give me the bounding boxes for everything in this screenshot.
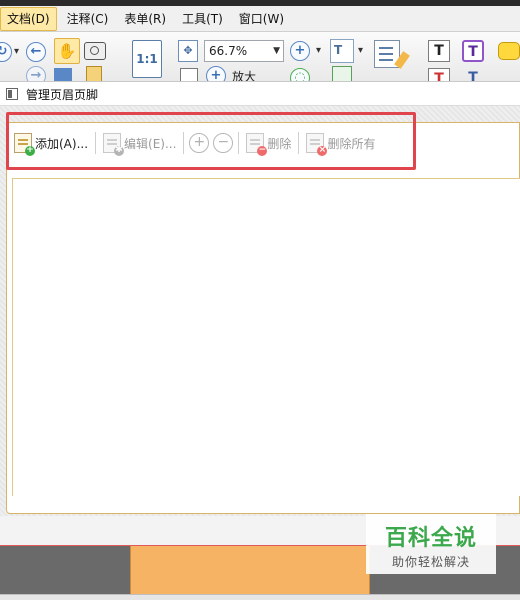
hand-tool-icon[interactable]: ✋ bbox=[54, 38, 80, 64]
toolbar-separator bbox=[183, 132, 185, 154]
text-select-tool-icon[interactable]: T bbox=[330, 39, 354, 63]
zoom-partial-label: 放大 bbox=[232, 70, 257, 82]
actual-size-icon[interactable]: 1:1 bbox=[132, 40, 162, 78]
delete-document-icon: − bbox=[246, 133, 268, 156]
zoom-dropdown-arrow-icon[interactable]: ▾ bbox=[316, 45, 321, 56]
dialog-title-bar: 管理页眉页脚 bbox=[0, 82, 520, 106]
rotate-icon[interactable]: ↻ bbox=[0, 42, 12, 62]
add-button-label: 添加(A)... bbox=[35, 136, 89, 151]
fit-page-icon[interactable]: ✥ bbox=[178, 40, 198, 62]
add-document-icon: + bbox=[14, 133, 35, 156]
refresh-icon[interactable]: ◌ bbox=[290, 68, 310, 81]
text-highlight-icon[interactable]: T bbox=[428, 68, 450, 81]
clipboard-icon[interactable] bbox=[86, 66, 102, 81]
menu-form[interactable]: 表单(R) bbox=[118, 7, 172, 31]
zoom-level-select[interactable]: 66.7% ▼ bbox=[204, 40, 284, 62]
delete-button-label: 删除 bbox=[267, 136, 292, 151]
delete-all-badge-icon: × bbox=[317, 145, 328, 156]
minus-badge-icon: − bbox=[257, 145, 268, 156]
text-box-icon[interactable]: T bbox=[428, 40, 450, 62]
watermark-subtitle: 助你轻松解决 bbox=[391, 555, 470, 569]
move-down-minus-icon[interactable]: − bbox=[213, 133, 234, 153]
status-bar bbox=[0, 594, 520, 600]
image-icon[interactable] bbox=[332, 66, 352, 81]
toolbar-separator bbox=[238, 132, 240, 154]
delete-button[interactable]: − 删除 bbox=[242, 130, 295, 156]
menu-document[interactable]: 文档(D) bbox=[0, 6, 57, 31]
back-icon[interactable]: ← bbox=[26, 42, 46, 62]
zoom-in-icon[interactable]: + bbox=[290, 41, 310, 61]
menu-window[interactable]: 窗口(W) bbox=[233, 7, 290, 31]
edit-button[interactable]: ✱ 编辑(E)... bbox=[99, 130, 180, 156]
watermark-title: 百科全说 bbox=[384, 526, 477, 551]
typewriter-icon[interactable]: T bbox=[462, 40, 484, 62]
zoom-level-value: 66.7% bbox=[209, 44, 248, 58]
text-format-icon[interactable]: T bbox=[462, 68, 484, 81]
plus-badge-icon: + bbox=[25, 145, 35, 156]
edit-button-label: 编辑(E)... bbox=[124, 136, 177, 151]
main-toolbar: ↻ ▾ ← ✋ → 1:1 ✥ 66.7% ▼ + ▾ T ▾ + 放大 ◌ T… bbox=[0, 32, 520, 82]
zoom-out-icon[interactable]: + bbox=[206, 66, 226, 81]
header-footer-toolbar: + 添加(A)... ✱ 编辑(E)... + − − 删除 × 删除所有 bbox=[8, 126, 416, 160]
watermark-logo: 百科全说 助你轻松解决 bbox=[366, 514, 496, 574]
menu-tools[interactable]: 工具(T) bbox=[176, 7, 229, 31]
dialog-title: 管理页眉页脚 bbox=[26, 88, 99, 102]
toolbar-separator bbox=[95, 132, 97, 154]
move-up-plus-icon[interactable]: + bbox=[189, 133, 210, 153]
zoom-dropdown-icon: ▼ bbox=[273, 46, 280, 56]
rotate-dropdown-icon[interactable]: ▾ bbox=[14, 46, 19, 57]
snapshot-camera-icon[interactable] bbox=[84, 42, 106, 60]
delete-all-document-icon: × bbox=[306, 133, 328, 156]
document-page bbox=[130, 546, 370, 594]
menu-comment[interactable]: 注释(C) bbox=[61, 7, 115, 31]
manage-header-footer-dialog: 管理页眉页脚 + 添加(A)... ✱ 编辑(E)... + − − 删除 × … bbox=[0, 82, 520, 546]
text-tool-dropdown-icon[interactable]: ▾ bbox=[358, 45, 363, 56]
forward-icon[interactable]: → bbox=[26, 66, 46, 81]
menu-bar: 文档(D) 注释(C) 表单(R) 工具(T) 窗口(W) bbox=[0, 6, 520, 32]
toolbar-separator bbox=[298, 132, 300, 154]
delete-all-button-label: 删除所有 bbox=[327, 136, 376, 151]
header-footer-list[interactable] bbox=[12, 178, 520, 496]
select-text-icon[interactable] bbox=[54, 68, 72, 81]
dialog-panel: + 添加(A)... ✱ 编辑(E)... + − − 删除 × 删除所有 bbox=[0, 106, 520, 516]
edit-document-icon: ✱ bbox=[103, 133, 125, 156]
page-icon[interactable] bbox=[180, 68, 198, 81]
delete-all-button[interactable]: × 删除所有 bbox=[302, 130, 379, 156]
dialog-window-icon bbox=[6, 88, 18, 100]
comment-icon[interactable] bbox=[498, 42, 520, 60]
gear-badge-icon: ✱ bbox=[114, 145, 125, 156]
add-button[interactable]: + 添加(A)... bbox=[10, 130, 92, 156]
